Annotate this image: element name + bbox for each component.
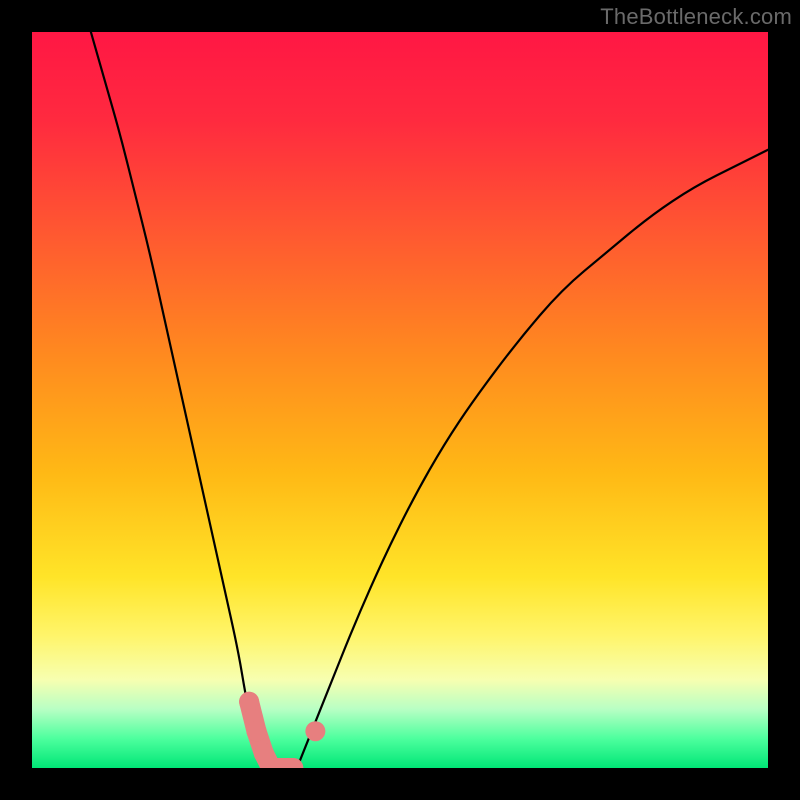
chart-frame: TheBottleneck.com: [0, 0, 800, 800]
marker-dot: [239, 692, 259, 712]
marker-dot: [246, 721, 266, 741]
gradient-background: [32, 32, 768, 768]
chart-svg: [32, 32, 768, 768]
watermark-text: TheBottleneck.com: [600, 4, 792, 30]
marker-dot: [305, 721, 325, 741]
plot-area: [32, 32, 768, 768]
